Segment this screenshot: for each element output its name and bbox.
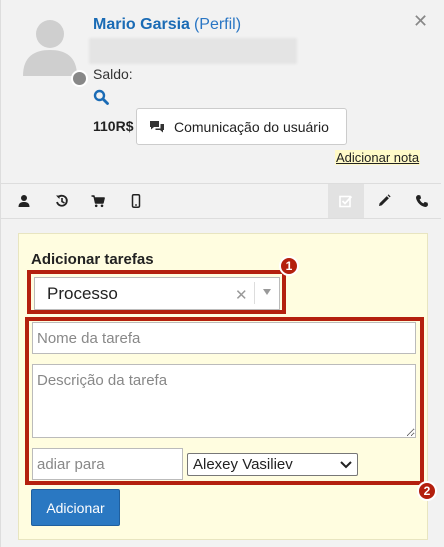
pencil-icon (379, 194, 391, 206)
user-communication-label: Comunicação do usuário (174, 118, 329, 135)
annotation-badge-1: 1 (279, 256, 299, 276)
annotation-badge-2: 2 (417, 481, 437, 501)
task-icon (339, 195, 353, 208)
history-icon (56, 194, 68, 207)
tab-tasks[interactable] (328, 184, 364, 218)
close-icon[interactable]: ✕ (413, 12, 428, 30)
add-task-title: Adicionar tarefas (31, 251, 154, 268)
redacted-info (89, 38, 297, 64)
tab-history[interactable] (45, 184, 79, 218)
user-silhouette-icon (23, 20, 77, 76)
tab-cart[interactable] (81, 184, 115, 218)
annotation-box-2 (25, 317, 424, 485)
comments-icon (150, 120, 164, 132)
phone-icon (416, 195, 428, 207)
add-note-link[interactable]: Adicionar nota (335, 150, 421, 165)
profile-link[interactable]: (Perfil) (194, 16, 241, 33)
tab-notes[interactable] (367, 184, 401, 218)
mobile-icon (131, 194, 141, 208)
panel-tabs (1, 183, 441, 219)
cart-icon (91, 195, 105, 208)
add-task-button-label: Adicionar (46, 499, 105, 516)
balance-label: Saldo: (93, 66, 133, 82)
tab-phone[interactable] (405, 184, 439, 218)
user-communication-button[interactable]: Comunicação do usuário (136, 108, 347, 145)
balance-amount: 110R$ (93, 118, 134, 134)
tab-user[interactable] (7, 184, 41, 218)
user-name: Mario Garsia (Perfil) (93, 16, 241, 34)
add-task-button[interactable]: Adicionar (31, 489, 120, 526)
user-name-text: Mario Garsia (93, 16, 190, 33)
search-icon[interactable] (93, 89, 109, 105)
avatar (19, 14, 81, 76)
user-icon (18, 195, 30, 207)
tab-mobile[interactable] (119, 184, 153, 218)
status-indicator (71, 70, 88, 87)
annotation-box-1 (27, 270, 286, 314)
user-side-panel: ✕ Mario Garsia (Perfil) Saldo: 110R$ Comu… (0, 0, 444, 547)
